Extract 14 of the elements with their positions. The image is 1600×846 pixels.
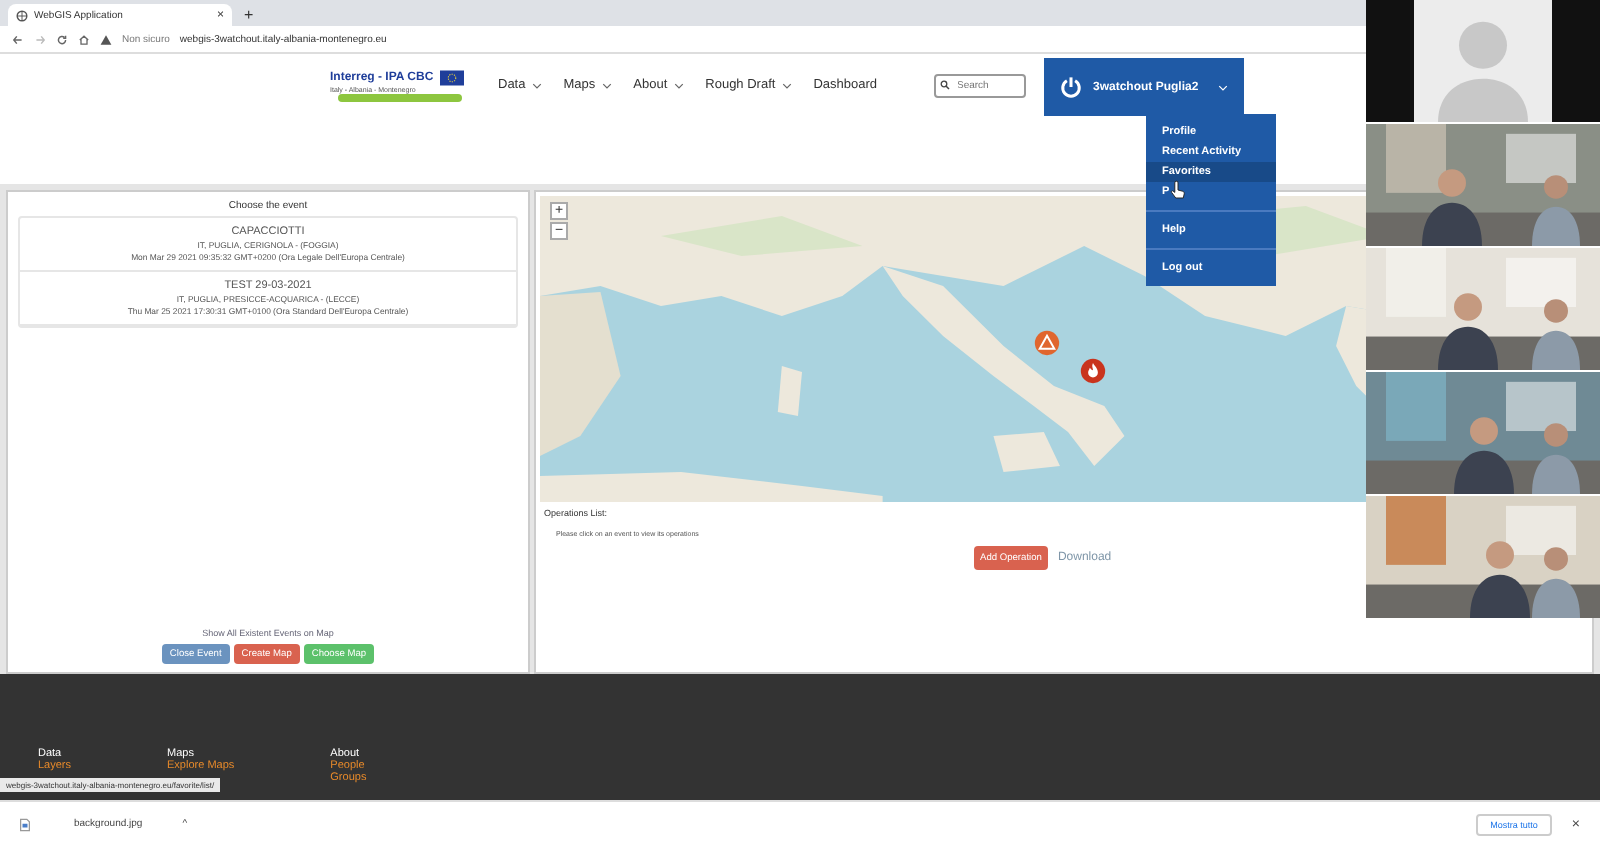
hand-cursor-icon: [1170, 180, 1186, 200]
file-icon: [20, 817, 30, 831]
logo-bar: [338, 93, 462, 101]
avatar-icon: [1366, 0, 1600, 122]
home-icon[interactable]: [78, 33, 90, 45]
back-icon[interactable]: [12, 33, 24, 45]
warning-icon: [100, 33, 112, 45]
power-icon: [1059, 76, 1081, 98]
flag-icon: [439, 69, 464, 85]
search-icon: [939, 80, 949, 90]
new-tab-button[interactable]: +: [244, 4, 254, 26]
reload-icon[interactable]: [56, 33, 68, 45]
caret-icon: [1217, 83, 1227, 91]
globe-icon: [16, 9, 28, 21]
